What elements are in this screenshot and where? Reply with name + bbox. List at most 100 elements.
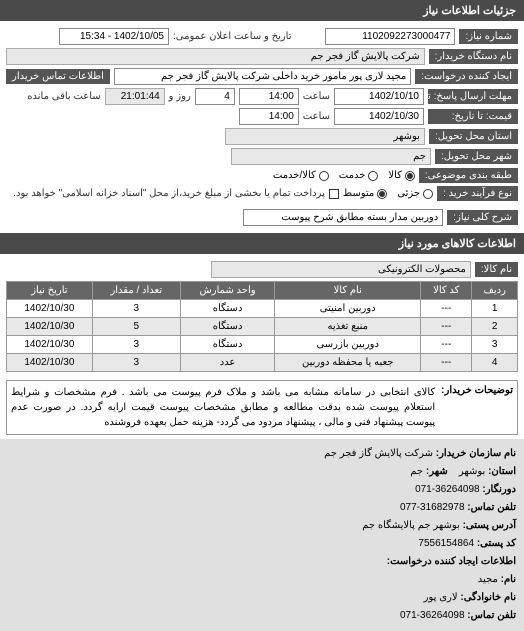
table-row: 4 --- جعبه یا محفظه دوربین عدد 3 1402/10… — [7, 354, 518, 372]
cell-unit: دستگاه — [180, 318, 274, 336]
buy-type-label: نوع فرآیند خرید : — [437, 186, 518, 201]
budget-class-label: طبقه بندی موضوعی: — [419, 168, 518, 183]
remaining-time: 21:01:44 — [105, 88, 165, 105]
f-city-label: شهر: — [426, 466, 448, 477]
budget-service-label: خدمت — [339, 170, 366, 181]
cell-row: 3 — [472, 336, 518, 354]
request-number-label: شماره نیاز: — [459, 29, 518, 44]
f-org: شرکت پالایش گاز فجر جم — [324, 448, 433, 459]
f-cphone: 36264098-071 — [400, 610, 465, 621]
response-deadline-date: 1402/10/10 — [334, 88, 424, 105]
buy-type-note: پرداخت تمام یا بخشی از مبلغ خرید،از محل … — [13, 188, 325, 199]
description-box: توضیحات خریدار: کالای انتخابی در سامانه … — [6, 380, 518, 435]
time-label-1: ساعت — [303, 91, 330, 102]
buy-type-mid-label: متوسط — [343, 188, 374, 199]
buy-type-mid-radio[interactable]: متوسط — [343, 188, 387, 199]
cell-unit: عدد — [180, 354, 274, 372]
budget-class-group: کالا خدمت کالا/خدمت — [273, 170, 415, 181]
cell-name: دوربین امنیتی — [275, 300, 421, 318]
header-title: جزئیات اطلاعات نیاز — [0, 0, 524, 21]
th-unit: واحد شمارش — [180, 282, 274, 300]
f-province: بوشهر — [459, 466, 485, 477]
f-cphone-label: تلفن تماس: — [467, 610, 516, 621]
delivery-province-label: استان محل تحویل: — [429, 129, 518, 144]
radio-icon — [423, 189, 433, 199]
buyer-org-label: نام دستگاه خریدار: — [429, 49, 518, 64]
cell-qty: 3 — [92, 300, 180, 318]
f-lname: لاری پور — [424, 592, 458, 603]
cell-qty: 3 — [92, 336, 180, 354]
th-qty: تعداد / مقدار — [92, 282, 180, 300]
buyer-org: شرکت پالایش گاز فجر جم — [6, 48, 425, 65]
f-postal: 7556154864 — [418, 538, 474, 549]
delivery-city: جم — [231, 148, 431, 165]
th-code: کد کالا — [421, 282, 472, 300]
th-date: تاریخ نیاز — [7, 282, 93, 300]
days-value: 4 — [195, 88, 235, 105]
cell-unit: دستگاه — [180, 300, 274, 318]
delivery-province: بوشهر — [225, 128, 425, 145]
price-until-date: 1402/10/30 — [334, 108, 424, 125]
f-address-label: آدرس پستی: — [463, 520, 516, 531]
need-title-label: شرح کلی نیاز: — [447, 210, 518, 225]
price-until-time: 14:00 — [239, 108, 299, 125]
table-row: 1 --- دوربین امنیتی دستگاه 3 1402/10/30 — [7, 300, 518, 318]
budget-goods-service-radio[interactable]: کالا/خدمت — [273, 170, 329, 181]
budget-goods-label: کالا — [388, 170, 402, 181]
cell-date: 1402/10/30 — [7, 318, 93, 336]
cell-qty: 5 — [92, 318, 180, 336]
time-label-2: ساعت — [303, 111, 330, 122]
creator: مجید لاری پور مامور خرید داخلی شرکت پالا… — [114, 68, 411, 85]
goods-name-label: نام کالا: — [475, 262, 518, 277]
radio-icon — [377, 189, 387, 199]
f-city: جم — [410, 466, 423, 477]
budget-goods-service-label: کالا/خدمت — [273, 170, 316, 181]
cell-row: 4 — [472, 354, 518, 372]
goods-table: ردیف کد کالا نام کالا واحد شمارش تعداد /… — [6, 281, 518, 372]
request-number: 1102092273000477 — [325, 28, 455, 45]
radio-icon — [405, 171, 415, 181]
price-until-label: قیمت: تا تاریخ: — [428, 109, 518, 124]
budget-goods-radio[interactable]: کالا — [388, 170, 415, 181]
cell-row: 1 — [472, 300, 518, 318]
treasury-checkbox[interactable] — [329, 189, 339, 199]
th-row: ردیف — [472, 282, 518, 300]
cell-code: --- — [421, 336, 472, 354]
cell-qty: 3 — [92, 354, 180, 372]
desc-label: توضیحات خریدار: — [441, 385, 513, 430]
f-lname-label: نام خانوادگی: — [460, 592, 516, 603]
cell-date: 1402/10/30 — [7, 336, 93, 354]
public-datetime-label: تاریخ و ساعت اعلان عمومی: — [173, 31, 292, 42]
desc-text: کالای انتخابی در سامانه مشابه می باشد و … — [11, 385, 435, 430]
remaining-time-label: ساعت باقی مانده — [27, 91, 100, 102]
budget-service-radio[interactable]: خدمت — [339, 170, 379, 181]
cell-unit: دستگاه — [180, 336, 274, 354]
response-deadline-time: 14:00 — [239, 88, 299, 105]
delivery-city-label: شهر محل تحویل: — [435, 149, 518, 164]
radio-icon — [368, 171, 378, 181]
goods-section-title: اطلاعات کالاهای مورد نیاز — [0, 233, 524, 254]
f-postal-label: کد پستی: — [477, 538, 516, 549]
th-name: نام کالا — [275, 282, 421, 300]
buy-type-low-radio[interactable]: جزئی — [397, 188, 433, 199]
cell-code: --- — [421, 354, 472, 372]
f-address: بوشهر جم پالایشگاه جم — [362, 520, 460, 531]
table-row: 3 --- دوربین بازرسی دستگاه 3 1402/10/30 — [7, 336, 518, 354]
main-form: شماره نیاز: 1102092273000477 تاریخ و ساع… — [0, 21, 524, 233]
buy-type-low-label: جزئی — [397, 188, 420, 199]
buy-type-group: جزئی متوسط — [343, 188, 433, 199]
creator-label: ایجاد کننده درخواست: — [415, 69, 518, 84]
cell-name: منبع تغذیه — [275, 318, 421, 336]
cell-name: جعبه یا محفظه دوربین — [275, 354, 421, 372]
f-fax: 36264098-071 — [415, 484, 480, 495]
f-province-label: استان: — [488, 466, 516, 477]
table-row: 2 --- منبع تغذیه دستگاه 5 1402/10/30 — [7, 318, 518, 336]
footer-info: نام سازمان خریدار: شرکت پالایش گاز فجر ج… — [0, 439, 524, 631]
public-datetime: 1402/10/05 - 15:34 — [59, 28, 169, 45]
f-fax-label: دورنگار: — [482, 484, 516, 495]
f-phone-label: تلفن تماس: — [467, 502, 516, 513]
cell-code: --- — [421, 300, 472, 318]
cell-date: 1402/10/30 — [7, 354, 93, 372]
f-phone: 31682978-077 — [400, 502, 465, 513]
cell-code: --- — [421, 318, 472, 336]
